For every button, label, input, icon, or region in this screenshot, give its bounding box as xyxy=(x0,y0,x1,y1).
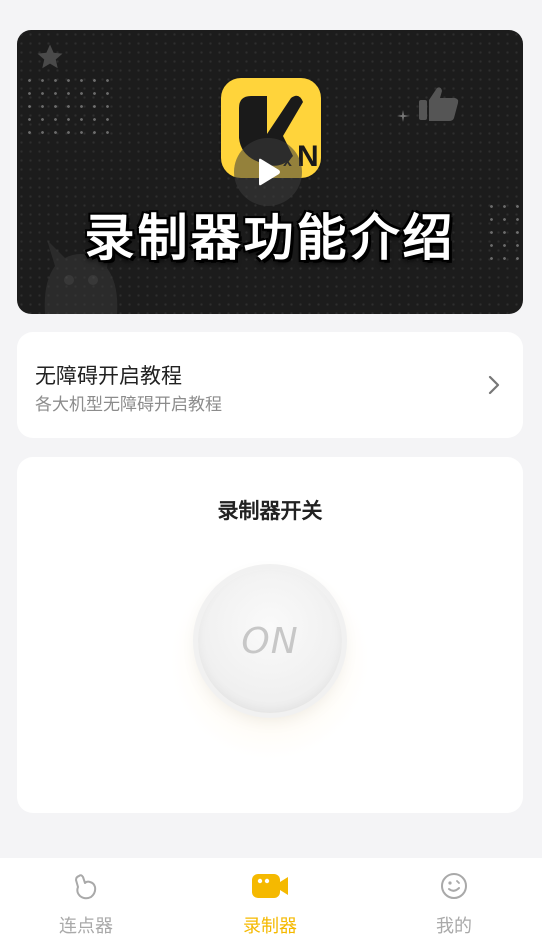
chevron-right-icon xyxy=(488,375,500,395)
tab-clicker[interactable]: 连点器 xyxy=(16,858,156,942)
recorder-switch-card: 录制器开关 ON xyxy=(17,457,523,813)
toggle-label: ON xyxy=(241,620,299,662)
recorder-switch-title: 录制器开关 xyxy=(217,499,323,523)
tab-mine[interactable]: 我的 xyxy=(384,858,524,942)
accessibility-tutorial-card[interactable]: 无障碍开启教程 各大机型无障碍开启教程 xyxy=(17,332,523,438)
sparkle-icon xyxy=(397,110,409,122)
bottom-tab-bar: 连点器 录制器 我的 xyxy=(0,858,542,942)
star-icon xyxy=(37,44,63,69)
tutorial-title: 无障碍开启教程 xyxy=(35,364,182,388)
tap-hand-icon xyxy=(75,874,97,900)
recorder-page: N x 录制器功能介绍 无障碍开启教程 各大机型无障碍开启教程 录制器开关 ON xyxy=(0,0,542,942)
decor-dots xyxy=(23,74,113,144)
play-icon xyxy=(259,158,280,186)
tab-recorder-label: 录制器 xyxy=(243,916,297,937)
intro-video-banner[interactable]: N x 录制器功能介绍 xyxy=(17,30,523,314)
tutorial-subtitle: 各大机型无障碍开启教程 xyxy=(35,395,222,415)
video-camera-icon xyxy=(252,874,288,898)
thumbs-up-icon xyxy=(419,87,459,121)
play-button[interactable] xyxy=(234,138,302,206)
smiley-face-icon xyxy=(441,873,467,899)
tab-clicker-label: 连点器 xyxy=(59,916,113,937)
tab-recorder[interactable]: 录制器 xyxy=(200,858,340,942)
recorder-toggle-button[interactable]: ON xyxy=(198,569,342,713)
tab-mine-label: 我的 xyxy=(436,916,472,937)
banner-title: 录制器功能介绍 xyxy=(84,209,456,267)
